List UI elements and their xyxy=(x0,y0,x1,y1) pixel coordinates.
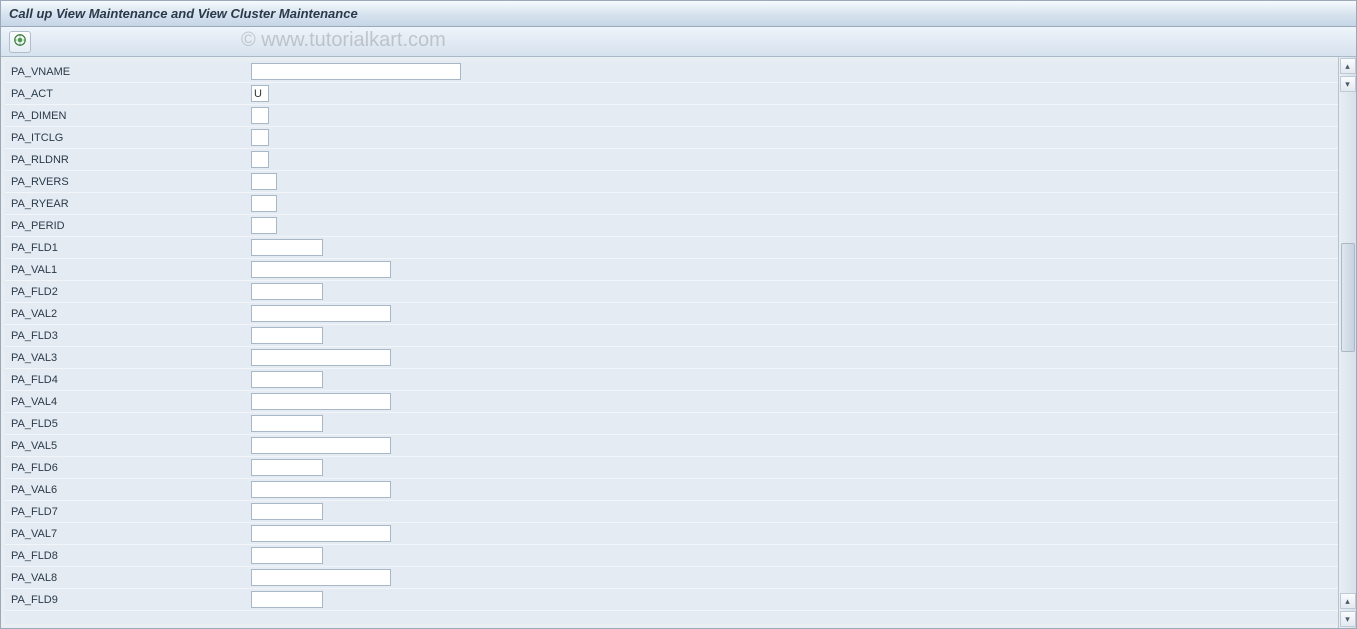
parameter-row: PA_RVERS xyxy=(5,171,1338,193)
parameter-label: PA_FLD2 xyxy=(11,286,251,298)
parameter-row: PA_VAL1 xyxy=(5,259,1338,281)
execute-button[interactable] xyxy=(9,31,31,53)
parameter-label: PA_FLD7 xyxy=(11,506,251,518)
parameter-input-pa_fld5[interactable] xyxy=(251,415,323,432)
parameter-row: PA_PERID xyxy=(5,215,1338,237)
parameter-input-pa_dimen[interactable] xyxy=(251,107,269,124)
parameter-label: PA_VAL4 xyxy=(11,396,251,408)
parameter-label: PA_VAL2 xyxy=(11,308,251,320)
parameter-input-pa_act[interactable] xyxy=(251,85,269,102)
parameter-row: PA_VAL4 xyxy=(5,391,1338,413)
parameter-row: PA_FLD9 xyxy=(5,589,1338,611)
parameter-row: PA_FLD6 xyxy=(5,457,1338,479)
parameter-label: PA_PERID xyxy=(11,220,251,232)
parameter-row: PA_ITCLG xyxy=(5,127,1338,149)
parameter-row: PA_ACT xyxy=(5,83,1338,105)
parameter-input-pa_val3[interactable] xyxy=(251,349,391,366)
parameter-row: PA_VNAME xyxy=(5,61,1338,83)
parameter-label: PA_VAL6 xyxy=(11,484,251,496)
parameter-input-pa_val8[interactable] xyxy=(251,569,391,586)
vertical-scrollbar[interactable]: ▴ ▾ ▴ ▾ xyxy=(1338,57,1356,628)
parameter-label: PA_DIMEN xyxy=(11,110,251,122)
parameter-label: PA_FLD6 xyxy=(11,462,251,474)
parameter-label: PA_FLD3 xyxy=(11,330,251,342)
parameter-input-pa_fld7[interactable] xyxy=(251,503,323,520)
parameter-input-pa_fld9[interactable] xyxy=(251,591,323,608)
parameter-label: PA_FLD9 xyxy=(11,594,251,606)
selection-screen: PA_VNAME PA_ACT PA_DIMEN PA_ITCLG PA_RLDNR PA… xyxy=(5,61,1338,624)
parameter-label: PA_VNAME xyxy=(11,66,251,78)
parameter-row: PA_VAL3 xyxy=(5,347,1338,369)
parameter-row: PA_RYEAR xyxy=(5,193,1338,215)
parameter-row: PA_FLD3 xyxy=(5,325,1338,347)
parameter-label: PA_ACT xyxy=(11,88,251,100)
scroll-down-step-button[interactable]: ▴ xyxy=(1340,593,1356,609)
parameter-row: PA_VAL2 xyxy=(5,303,1338,325)
parameter-input-pa_val6[interactable] xyxy=(251,481,391,498)
parameter-label: PA_VAL7 xyxy=(11,528,251,540)
parameter-row: PA_FLD4 xyxy=(5,369,1338,391)
parameter-row: PA_FLD2 xyxy=(5,281,1338,303)
parameter-row: PA_FLD5 xyxy=(5,413,1338,435)
execute-icon xyxy=(13,33,27,50)
parameter-input-pa_itclg[interactable] xyxy=(251,129,269,146)
scroll-thumb[interactable] xyxy=(1341,243,1355,353)
titlebar: Call up View Maintenance and View Cluste… xyxy=(1,1,1356,27)
parameter-input-pa_val4[interactable] xyxy=(251,393,391,410)
parameter-label: PA_VAL8 xyxy=(11,572,251,584)
parameter-label: PA_VAL1 xyxy=(11,264,251,276)
parameter-row: PA_VAL5 xyxy=(5,435,1338,457)
parameter-input-pa_val7[interactable] xyxy=(251,525,391,542)
scroll-up-step-button[interactable]: ▾ xyxy=(1340,76,1356,92)
scroll-track[interactable] xyxy=(1340,93,1356,592)
parameter-row: PA_RLDNR xyxy=(5,149,1338,171)
parameter-input-pa_val1[interactable] xyxy=(251,261,391,278)
parameter-input-pa_val5[interactable] xyxy=(251,437,391,454)
page-title: Call up View Maintenance and View Cluste… xyxy=(9,6,358,21)
parameter-row: PA_DIMEN xyxy=(5,105,1338,127)
parameter-input-pa_rldnr[interactable] xyxy=(251,151,269,168)
parameter-label: PA_VAL5 xyxy=(11,440,251,452)
parameter-input-pa_fld3[interactable] xyxy=(251,327,323,344)
parameter-label: PA_RVERS xyxy=(11,176,251,188)
parameter-input-pa_ryear[interactable] xyxy=(251,195,277,212)
parameter-input-pa_fld1[interactable] xyxy=(251,239,323,256)
parameter-row: PA_VAL7 xyxy=(5,523,1338,545)
application-toolbar xyxy=(1,27,1356,57)
scroll-down-button[interactable]: ▾ xyxy=(1340,611,1356,627)
parameter-row: PA_FLD8 xyxy=(5,545,1338,567)
parameter-input-pa_fld2[interactable] xyxy=(251,283,323,300)
scroll-up-button[interactable]: ▴ xyxy=(1340,58,1356,74)
parameter-input-pa_vname[interactable] xyxy=(251,63,461,80)
content-area: PA_VNAME PA_ACT PA_DIMEN PA_ITCLG PA_RLDNR PA… xyxy=(1,57,1356,628)
parameter-row: PA_VAL6 xyxy=(5,479,1338,501)
parameter-label: PA_FLD4 xyxy=(11,374,251,386)
parameter-label: PA_FLD8 xyxy=(11,550,251,562)
parameter-label: PA_ITCLG xyxy=(11,132,251,144)
sap-window: Call up View Maintenance and View Cluste… xyxy=(0,0,1357,629)
parameter-input-pa_fld4[interactable] xyxy=(251,371,323,388)
parameter-label: PA_RLDNR xyxy=(11,154,251,166)
parameter-label: PA_FLD5 xyxy=(11,418,251,430)
parameter-input-pa_rvers[interactable] xyxy=(251,173,277,190)
parameter-label: PA_VAL3 xyxy=(11,352,251,364)
parameter-input-pa_perid[interactable] xyxy=(251,217,277,234)
parameter-input-pa_fld8[interactable] xyxy=(251,547,323,564)
parameter-label: PA_RYEAR xyxy=(11,198,251,210)
parameter-row: PA_VAL8 xyxy=(5,567,1338,589)
parameter-input-pa_val2[interactable] xyxy=(251,305,391,322)
parameter-label: PA_FLD1 xyxy=(11,242,251,254)
parameter-row: PA_FLD1 xyxy=(5,237,1338,259)
parameter-input-pa_fld6[interactable] xyxy=(251,459,323,476)
parameter-row: PA_FLD7 xyxy=(5,501,1338,523)
parameter-list: PA_VNAME PA_ACT PA_DIMEN PA_ITCLG PA_RLDNR PA… xyxy=(5,61,1338,611)
